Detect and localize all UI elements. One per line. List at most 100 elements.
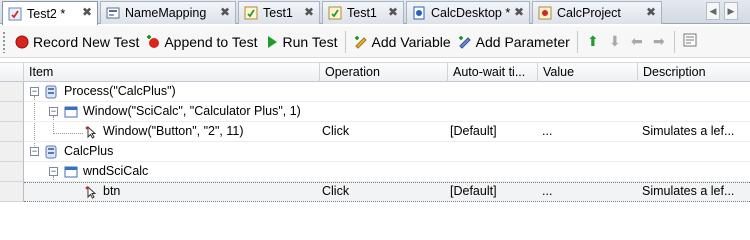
- chevron-right-icon: ▶: [727, 5, 735, 16]
- arrow-left-icon: ⬅: [630, 33, 643, 49]
- test-icon: [243, 5, 259, 21]
- move-down-button[interactable]: ⬇: [604, 29, 626, 55]
- close-icon[interactable]: ✖: [220, 5, 230, 19]
- move-right-button[interactable]: ➡: [648, 29, 670, 55]
- process-icon: [44, 85, 58, 99]
- record-new-test-button[interactable]: Record New Test: [11, 29, 142, 55]
- tab-test2[interactable]: Test2 * ✖: [2, 1, 98, 25]
- table-row-selected[interactable]: btn Click [Default] ... Simulates a lef.…: [24, 182, 750, 202]
- row-header[interactable]: [0, 162, 24, 182]
- close-icon[interactable]: ✖: [82, 5, 92, 19]
- collapse-icon[interactable]: −: [30, 87, 39, 96]
- item-cell: Process("CalcPlus"): [64, 84, 176, 98]
- tab-label: NameMapping: [125, 6, 207, 20]
- collapse-icon[interactable]: −: [49, 167, 58, 176]
- item-cell: btn: [103, 184, 121, 198]
- column-header-item[interactable]: Item: [24, 63, 320, 82]
- row-header[interactable]: [0, 102, 24, 122]
- move-left-button[interactable]: ⬅: [626, 29, 648, 55]
- tab-scroll-left-button[interactable]: ◀: [706, 2, 720, 20]
- value-cell[interactable]: ...: [542, 122, 552, 141]
- table-row[interactable]: − Process("CalcPlus"): [24, 82, 750, 102]
- value-cell[interactable]: ...: [542, 182, 552, 201]
- add-variable-icon: [353, 34, 369, 50]
- test-icon: [327, 5, 343, 21]
- click-icon: [84, 125, 98, 139]
- test-toolbar: Record New Test Append to Test Run Test …: [0, 26, 750, 58]
- add-variable-button[interactable]: Add Variable: [350, 29, 454, 55]
- test-icon: [7, 6, 23, 22]
- row-header[interactable]: [0, 82, 24, 102]
- column-header-value[interactable]: Value: [538, 63, 638, 82]
- run-test-label: Run Test: [282, 33, 338, 50]
- collapse-icon[interactable]: −: [49, 107, 58, 116]
- toolbar-separator: [673, 30, 675, 53]
- row-header[interactable]: [0, 142, 24, 162]
- run-test-button[interactable]: Run Test: [261, 29, 341, 55]
- add-parameter-label: Add Parameter: [475, 33, 570, 50]
- window-icon: [64, 105, 78, 119]
- play-icon: [264, 34, 280, 50]
- tab-test1-a[interactable]: Test1 ✖: [238, 1, 320, 24]
- properties-icon: [682, 32, 698, 51]
- namemapping-icon: [105, 5, 121, 21]
- close-icon[interactable]: ✖: [514, 5, 524, 19]
- toolbar-separator: [344, 30, 346, 53]
- collapse-icon[interactable]: −: [30, 147, 39, 156]
- description-cell: Simulates a lef...: [642, 124, 735, 138]
- add-variable-label: Add Variable: [371, 33, 451, 50]
- row-header[interactable]: [0, 182, 24, 202]
- tab-calcproject[interactable]: CalcProject ✖: [532, 1, 662, 24]
- item-cell: Window("SciCalc", "Calculator Plus", 1): [83, 104, 301, 118]
- window-icon: [64, 165, 78, 179]
- table-row[interactable]: − Window("SciCalc", "Calculator Plus", 1…: [24, 102, 750, 122]
- append-icon: [145, 34, 161, 50]
- tab-label: CalcDesktop *: [431, 6, 511, 20]
- arrow-down-icon: ⬇: [608, 33, 621, 49]
- properties-button[interactable]: [679, 29, 701, 55]
- close-icon[interactable]: ✖: [304, 5, 314, 19]
- operation-cell[interactable]: Click: [322, 182, 349, 201]
- row-header[interactable]: [0, 122, 24, 142]
- append-to-test-button[interactable]: Append to Test: [142, 29, 260, 55]
- process-icon: [44, 145, 58, 159]
- autowait-cell[interactable]: [Default]: [450, 182, 497, 201]
- document-tabstrip: Test2 * ✖ NameMapping ✖ Test1 ✖ Test1 ✖ …: [0, 0, 750, 25]
- column-header-operation[interactable]: Operation: [320, 63, 448, 82]
- click-icon: [84, 185, 98, 199]
- tab-label: CalcProject: [557, 6, 621, 20]
- append-to-test-label: Append to Test: [164, 33, 258, 50]
- project-icon: [411, 5, 427, 21]
- move-up-button[interactable]: ⬆: [582, 29, 604, 55]
- arrow-right-icon: ➡: [652, 33, 665, 49]
- project-icon: [537, 5, 553, 21]
- toolbar-separator: [576, 30, 578, 53]
- column-header-autowait[interactable]: Auto-wait ti...: [448, 63, 538, 82]
- tab-test1-b[interactable]: Test1 ✖: [322, 1, 404, 24]
- test-items-grid: Item Operation Auto-wait ti... Value Des…: [0, 62, 750, 222]
- chevron-left-icon: ◀: [709, 5, 717, 16]
- item-cell: CalcPlus: [64, 144, 114, 158]
- close-icon[interactable]: ✖: [646, 5, 656, 19]
- column-header-description[interactable]: Description: [638, 63, 750, 82]
- table-row[interactable]: Window("Button", "2", 11) Click [Default…: [24, 122, 750, 142]
- arrow-up-icon: ⬆: [586, 33, 599, 49]
- autowait-cell[interactable]: [Default]: [450, 122, 497, 141]
- add-parameter-icon: [457, 34, 473, 50]
- item-cell: wndSciCalc: [83, 164, 149, 178]
- tab-calcdesktop[interactable]: CalcDesktop * ✖: [406, 1, 530, 24]
- table-row[interactable]: − wndSciCalc: [24, 162, 750, 182]
- record-icon: [14, 34, 30, 50]
- add-parameter-button[interactable]: Add Parameter: [454, 29, 573, 55]
- grid-header: Item Operation Auto-wait ti... Value Des…: [0, 62, 750, 82]
- toolbar-grip[interactable]: [2, 30, 6, 53]
- tab-label: Test2 *: [27, 6, 66, 21]
- close-icon[interactable]: ✖: [388, 5, 398, 19]
- operation-cell[interactable]: Click: [322, 122, 349, 141]
- row-header-corner: [0, 63, 24, 82]
- tab-scroll-right-button[interactable]: ▶: [724, 2, 738, 20]
- tab-label: Test1: [347, 6, 377, 20]
- item-cell: Window("Button", "2", 11): [103, 124, 244, 138]
- table-row[interactable]: − CalcPlus: [24, 142, 750, 162]
- tab-namemapping[interactable]: NameMapping ✖: [100, 1, 236, 24]
